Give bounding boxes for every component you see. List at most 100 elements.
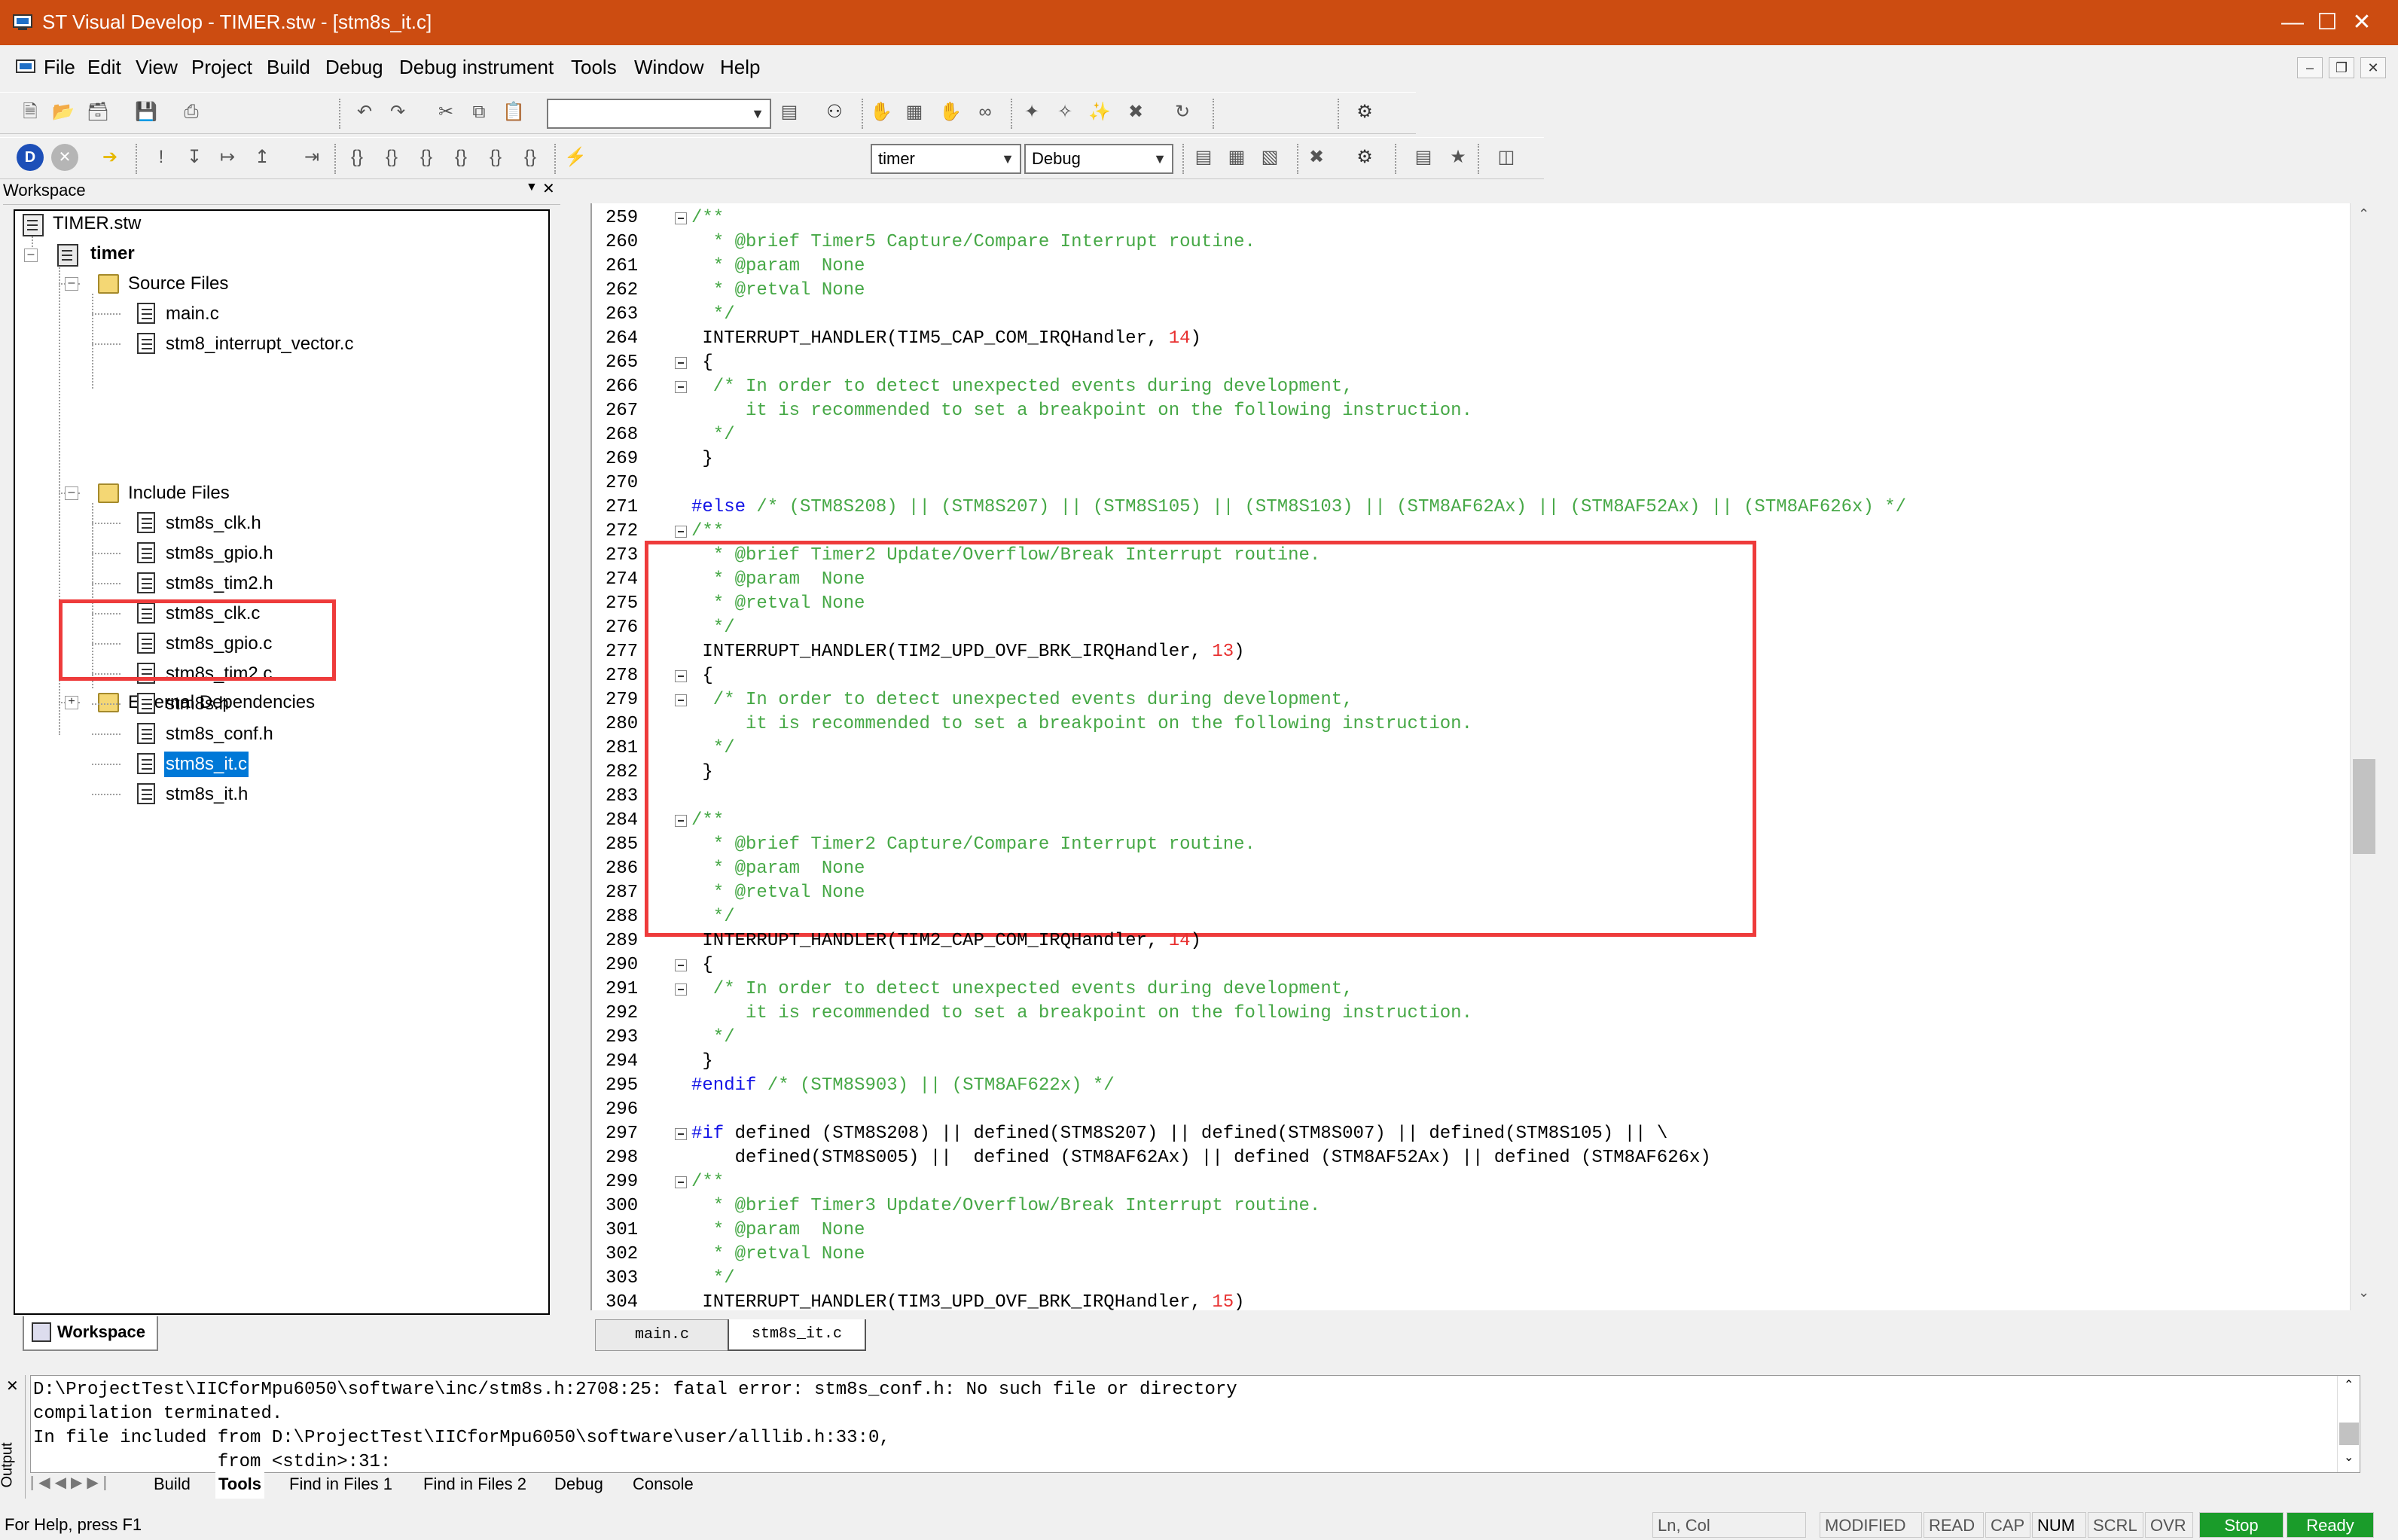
chip-icon[interactable]: ◫ [1493, 144, 1520, 171]
menu-help[interactable]: Help [720, 56, 760, 79]
cut-icon[interactable]: ✂ [432, 99, 459, 126]
break-icon[interactable]: ! [148, 144, 175, 171]
output-scroll-thumb[interactable] [2339, 1423, 2359, 1445]
hand-icon[interactable]: ✋ [868, 99, 895, 126]
brace-icon-3[interactable]: {} [413, 144, 440, 171]
menu-debug[interactable]: Debug [325, 56, 383, 79]
fold-toggle-icon[interactable] [675, 526, 687, 538]
tree-include-files[interactable]: Include Files [128, 480, 230, 506]
config-combo[interactable]: Debug ▼ [1024, 144, 1173, 174]
fold-toggle-icon[interactable] [675, 1128, 687, 1140]
mdi-restore-button[interactable]: ❐ [2329, 57, 2354, 78]
wand-clear-icon[interactable]: ✖ [1122, 99, 1149, 126]
print-icon[interactable]: ⎙ [178, 99, 205, 126]
fold-toggle-icon[interactable] [675, 670, 687, 682]
programmer-icon[interactable]: ⚙ [1351, 99, 1378, 126]
step-out-icon[interactable]: ↥ [249, 144, 276, 171]
glasses-icon[interactable]: ∞ [972, 99, 999, 126]
editor-tab-stm8s-it[interactable]: stm8s_it.c [728, 1319, 866, 1351]
tree-workspace-root[interactable]: TIMER.stw [53, 211, 141, 236]
fold-toggle-icon[interactable] [675, 983, 687, 996]
open-folder-icon[interactable]: 📂 [50, 99, 77, 126]
menu-view[interactable]: View [136, 56, 178, 79]
menu-window[interactable]: Window [634, 56, 703, 79]
output-scroll-up-icon[interactable]: ⌃ [2344, 1377, 2354, 1392]
tree-file[interactable]: stm8s_clk.h [166, 511, 261, 536]
editor-scrollbar[interactable]: ⌃ ⌄ [2350, 203, 2380, 1310]
tree-file[interactable]: stm8s_conf.h [166, 721, 273, 747]
step-icon[interactable]: ↧ [181, 144, 208, 171]
editor-scroll-thumb[interactable] [2353, 759, 2375, 854]
toggle-breakpoint-icon[interactable]: ✋ [937, 99, 964, 126]
undo-icon[interactable]: ↶ [351, 99, 378, 126]
reset-icon[interactable]: ⚡ [562, 144, 589, 171]
new-file-icon[interactable]: 🗎 [17, 99, 44, 126]
mdi-close-button[interactable]: ✕ [2360, 57, 2386, 78]
build-icon[interactable]: ▦ [1223, 144, 1250, 171]
fold-toggle-icon[interactable] [675, 212, 687, 224]
copy-icon[interactable]: ⧉ [465, 99, 493, 126]
output-tab-find2[interactable]: Find in Files 2 [423, 1471, 526, 1499]
wand-icon[interactable]: ✦ [1018, 99, 1045, 126]
workspace-close-icon[interactable]: ✕ [542, 179, 555, 198]
paste-icon[interactable]: 📋 [500, 99, 527, 126]
menu-project[interactable]: Project [191, 56, 252, 79]
redo-icon[interactable]: ↷ [384, 99, 411, 126]
run-arrow-icon[interactable]: ➔ [96, 144, 124, 171]
brace-icon-5[interactable]: {} [482, 144, 509, 171]
rebuild-icon[interactable]: ▧ [1256, 144, 1283, 171]
fold-toggle-icon[interactable] [675, 1176, 687, 1188]
chart-icon[interactable]: ▤ [1410, 144, 1437, 171]
source-files-expander[interactable]: – [65, 277, 78, 291]
wand-prev-icon[interactable]: ✨ [1086, 99, 1113, 126]
menu-edit[interactable]: Edit [87, 56, 121, 79]
wizard-icon[interactable]: ★ [1445, 144, 1472, 171]
editor-tab-main[interactable]: main.c [595, 1319, 729, 1351]
tree-file[interactable]: stm8_interrupt_vector.c [166, 331, 353, 357]
include-files-expander[interactable]: – [65, 486, 78, 500]
bookmark-icon[interactable]: ▦ [901, 99, 928, 126]
workspace-menu-arrow-icon[interactable]: ▼ [526, 181, 538, 194]
tree-project[interactable]: timer [90, 241, 135, 267]
debug-start-icon[interactable]: D [17, 144, 44, 171]
tree-file[interactable]: stm8s_it.h [166, 782, 248, 807]
open-workspace-icon[interactable]: 🗃 [84, 99, 111, 126]
tree-file[interactable]: stm8s_gpio.h [166, 541, 273, 566]
fold-toggle-icon[interactable] [675, 815, 687, 827]
menu-tools[interactable]: Tools [571, 56, 617, 79]
tree-file[interactable]: stm8s.h [166, 691, 229, 717]
tree-source-files[interactable]: Source Files [128, 271, 228, 297]
output-tab-build[interactable]: Build [154, 1471, 191, 1499]
find-in-files-icon[interactable]: ▤ [776, 99, 803, 126]
output-tab-find1[interactable]: Find in Files 1 [289, 1471, 392, 1499]
output-scrollbar[interactable]: ⌃ ⌄ [2337, 1376, 2360, 1472]
brace-icon-2[interactable]: {} [378, 144, 405, 171]
menu-build[interactable]: Build [267, 56, 310, 79]
workspace-tab[interactable]: Workspace [23, 1316, 158, 1351]
scroll-down-icon[interactable]: ⌄ [2358, 1285, 2369, 1301]
fold-toggle-icon[interactable] [675, 694, 687, 706]
project-expander[interactable]: – [24, 249, 38, 262]
output-tab-debug[interactable]: Debug [554, 1471, 603, 1499]
save-icon[interactable]: 💾 [133, 99, 160, 126]
project-combo[interactable]: timer ▼ [871, 144, 1021, 174]
compile-icon[interactable]: ▤ [1190, 144, 1217, 171]
fold-toggle-icon[interactable] [675, 381, 687, 393]
close-window-button[interactable]: ✕ [2327, 0, 2396, 45]
tree-file[interactable]: stm8s_it.c [164, 752, 249, 777]
scroll-up-icon[interactable]: ⌃ [2358, 206, 2369, 222]
debug-stop-icon[interactable]: ✕ [51, 144, 78, 171]
find-combo[interactable]: ▼ [547, 99, 771, 129]
programmer-2-icon[interactable]: ⚙ [1351, 144, 1378, 171]
mdi-minimize-button[interactable]: – [2297, 57, 2323, 78]
run-to-cursor-icon[interactable]: ⇥ [298, 144, 325, 171]
tree-file[interactable]: stm8s_tim2.h [166, 571, 273, 596]
brace-icon-4[interactable]: {} [447, 144, 474, 171]
output-tab-tools[interactable]: Tools [215, 1471, 265, 1499]
stop-build-icon[interactable]: ✖ [1303, 144, 1330, 171]
fold-toggle-icon[interactable] [675, 959, 687, 971]
external-deps-expander[interactable]: + [65, 696, 78, 709]
menu-debug-instrument[interactable]: Debug instrument [399, 56, 554, 79]
brace-icon-6[interactable]: {} [517, 144, 544, 171]
binoculars-icon[interactable]: ⚇ [821, 99, 848, 126]
